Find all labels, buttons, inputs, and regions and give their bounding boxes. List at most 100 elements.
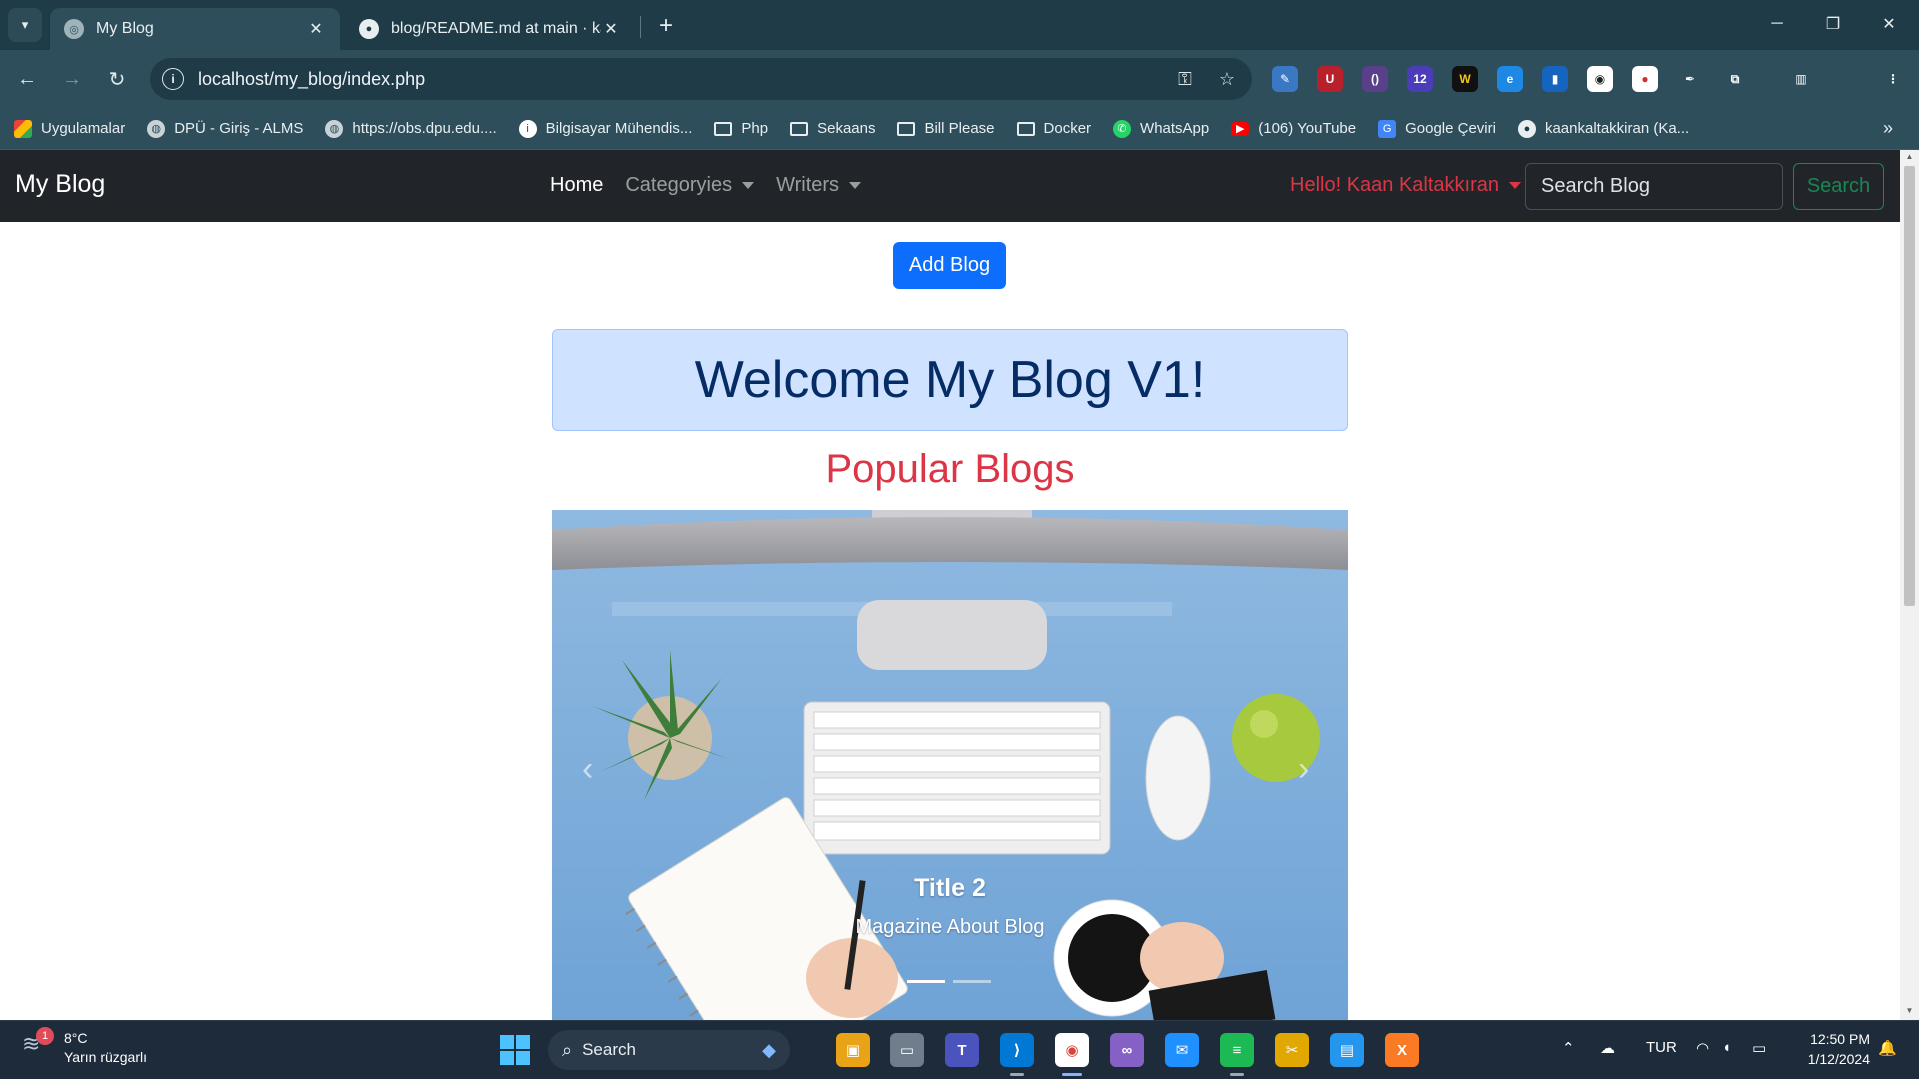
bookmark-folder-docker[interactable]: Docker xyxy=(1016,120,1092,137)
more-menu-icon[interactable]: ⋮ xyxy=(1880,66,1906,92)
clock-time: 12:50 PM xyxy=(1810,1031,1870,1047)
extension-brackets-icon[interactable]: () xyxy=(1362,66,1388,92)
wifi-icon[interactable]: ◠ xyxy=(1696,1039,1709,1057)
reload-button[interactable]: ↻ xyxy=(100,62,134,96)
visual-studio-icon[interactable]: ∞ xyxy=(1110,1033,1144,1067)
tray-overflow-icon[interactable]: ⌃ xyxy=(1562,1039,1575,1057)
folder-icon xyxy=(897,121,916,136)
user-menu-dropdown[interactable]: Hello! Kaan Kaltakkıran xyxy=(1290,174,1522,197)
carousel-prev-icon[interactable]: ‹ xyxy=(582,750,593,789)
nav-categories-dropdown[interactable]: Categoryies xyxy=(625,174,755,197)
scroll-up-icon[interactable]: ▲ xyxy=(1904,152,1915,161)
taskbar-search-box[interactable]: ⌕ Search ◆ xyxy=(548,1030,790,1070)
popular-blogs-carousel[interactable]: ‹ › Title 2 Magazine About Blog xyxy=(552,510,1348,1020)
close-icon[interactable]: ✕ xyxy=(306,19,326,39)
spotify-icon[interactable]: ≡ xyxy=(1220,1033,1254,1067)
search-button[interactable]: Search xyxy=(1793,163,1884,210)
tab-github-readme[interactable]: ● blog/README.md at main · kaa ✕ xyxy=(345,8,635,50)
bookmark-whatsapp[interactable]: ✆ WhatsApp xyxy=(1113,119,1209,138)
weather-widget[interactable]: ≋ 1 8°C Yarın rüzgarlı xyxy=(22,1027,147,1067)
extension-w-icon[interactable]: W xyxy=(1452,66,1478,92)
app-running-indicator xyxy=(1010,1073,1024,1076)
site-info-icon[interactable]: i xyxy=(162,68,184,90)
weather-temperature: 8°C xyxy=(64,1030,88,1046)
tab-my-blog[interactable]: ◎ My Blog ✕ xyxy=(50,8,340,50)
nav-writers-dropdown[interactable]: Writers xyxy=(776,174,862,197)
bookmark-folder-sekaans[interactable]: Sekaans xyxy=(790,120,875,137)
welcome-banner: Welcome My Blog V1! xyxy=(552,329,1348,431)
extension-badge-icon[interactable]: 12 xyxy=(1407,66,1433,92)
carousel-indicator-1[interactable] xyxy=(907,980,945,983)
page-scrollbar[interactable]: ▲ ▼ xyxy=(1900,150,1919,1020)
windows-taskbar: ≋ 1 8°C Yarın rüzgarlı ⌕ Search ◆ ▣ ▭ T … xyxy=(0,1020,1919,1079)
bookmark-bilgisayar-muhendis[interactable]: i Bilgisayar Mühendis... xyxy=(518,119,692,138)
scrollbar-thumb[interactable] xyxy=(1904,166,1915,606)
volume-icon[interactable]: ◖ xyxy=(1722,1039,1731,1056)
docker-icon[interactable]: ▤ xyxy=(1330,1033,1364,1067)
nav-home[interactable]: Home xyxy=(550,174,603,197)
tab-title: blog/README.md at main · kaa xyxy=(391,20,601,37)
forward-button[interactable]: → xyxy=(55,62,89,96)
start-windows-icon[interactable] xyxy=(500,1035,530,1065)
address-toolbar: ← → ↻ i localhost/my_blog/index.php ⚿ ☆ … xyxy=(0,50,1919,142)
bookmark-label: Sekaans xyxy=(817,120,876,137)
address-bar[interactable]: i localhost/my_blog/index.php ⚿ ☆ xyxy=(150,58,1252,100)
bookmark-uygulamalar[interactable]: Uygulamalar xyxy=(14,119,125,138)
site-brand[interactable]: My Blog xyxy=(15,170,105,199)
site-icon: i xyxy=(518,119,537,138)
vscode-icon[interactable]: ⟩ xyxy=(1000,1033,1034,1067)
carousel-indicator-2[interactable] xyxy=(953,980,991,983)
minimize-button[interactable]: ─ xyxy=(1754,8,1800,40)
bookmark-github[interactable]: ● kaankaltakkiran (Ka... xyxy=(1517,119,1689,138)
taskbar-clock[interactable]: 12:50 PM 1/12/2024 xyxy=(1790,1029,1870,1069)
bookmark-label: Docker xyxy=(1043,120,1092,137)
weather-text: 8°C Yarın rüzgarlı xyxy=(64,1029,147,1067)
extensions-puzzle-icon[interactable]: ⧉ xyxy=(1722,66,1748,92)
bookmark-google-ceviri[interactable]: G Google Çeviri xyxy=(1378,119,1496,138)
key-icon[interactable]: ⚿ xyxy=(1168,69,1202,90)
bookmarks-bar: Uygulamalar ◍ DPÜ - Giriş - ALMS ◍ https… xyxy=(0,108,1919,150)
mail-icon[interactable]: ✉ xyxy=(1165,1033,1199,1067)
extension-record-icon[interactable]: ● xyxy=(1632,66,1658,92)
google-translate-icon: G xyxy=(1378,119,1397,138)
bookmark-folder-php[interactable]: Php xyxy=(714,120,768,137)
weather-description: Yarın rüzgarlı xyxy=(64,1049,147,1065)
side-panel-icon[interactable]: ▥ xyxy=(1788,66,1814,92)
taskbar-app-preview-icon[interactable]: ▣ xyxy=(836,1033,870,1067)
teams-icon[interactable]: T xyxy=(945,1033,979,1067)
bookmark-obs-dpu[interactable]: ◍ https://obs.dpu.edu.... xyxy=(325,119,497,138)
url-text[interactable]: localhost/my_blog/index.php xyxy=(198,69,1168,90)
extension-circle-icon[interactable]: ◉ xyxy=(1587,66,1613,92)
carousel-caption-title: Title 2 xyxy=(914,874,986,902)
bookmark-dpu-alms[interactable]: ◍ DPÜ - Giriş - ALMS xyxy=(147,119,303,138)
snip-tool-icon[interactable]: ✂ xyxy=(1275,1033,1309,1067)
star-icon[interactable]: ☆ xyxy=(1210,69,1244,90)
notification-bell-icon[interactable]: 🔔 xyxy=(1878,1039,1897,1057)
extension-badge-count: 12 xyxy=(1413,72,1427,86)
battery-icon[interactable]: ▭ xyxy=(1752,1039,1766,1057)
more-bookmarks-icon[interactable]: » xyxy=(1883,118,1893,139)
scroll-down-icon[interactable]: ▼ xyxy=(1904,1006,1915,1015)
onedrive-cloud-icon[interactable]: ☁ xyxy=(1600,1039,1615,1057)
carousel-next-icon[interactable]: › xyxy=(1298,750,1309,789)
app-active-indicator xyxy=(1062,1073,1082,1076)
close-window-button[interactable]: ✕ xyxy=(1866,8,1912,40)
close-icon[interactable]: ✕ xyxy=(601,19,621,39)
restore-button[interactable]: ❐ xyxy=(1810,8,1856,40)
blog-search-input[interactable]: Search Blog xyxy=(1525,163,1783,210)
ublock-icon[interactable]: U xyxy=(1317,66,1343,92)
xampp-icon[interactable]: X xyxy=(1385,1033,1419,1067)
bookmark-folder-bill-please[interactable]: Bill Please xyxy=(897,120,995,137)
extension-edge-icon[interactable]: e xyxy=(1497,66,1523,92)
bookmark-youtube[interactable]: ▶ (106) YouTube xyxy=(1231,120,1356,137)
chrome-icon[interactable]: ◉ xyxy=(1055,1033,1089,1067)
extension-tool-icon[interactable]: ✎ xyxy=(1272,66,1298,92)
language-indicator[interactable]: TUR xyxy=(1646,1039,1677,1056)
add-blog-button[interactable]: Add Blog xyxy=(893,242,1006,289)
task-view-icon[interactable]: ▭ xyxy=(890,1033,924,1067)
new-tab-button[interactable]: + xyxy=(650,10,682,42)
tab-search-button[interactable]: ▾ xyxy=(8,8,42,42)
eyedropper-icon[interactable]: ✒ xyxy=(1677,66,1703,92)
extension-doc-icon[interactable]: ▮ xyxy=(1542,66,1568,92)
back-button[interactable]: ← xyxy=(10,62,44,96)
